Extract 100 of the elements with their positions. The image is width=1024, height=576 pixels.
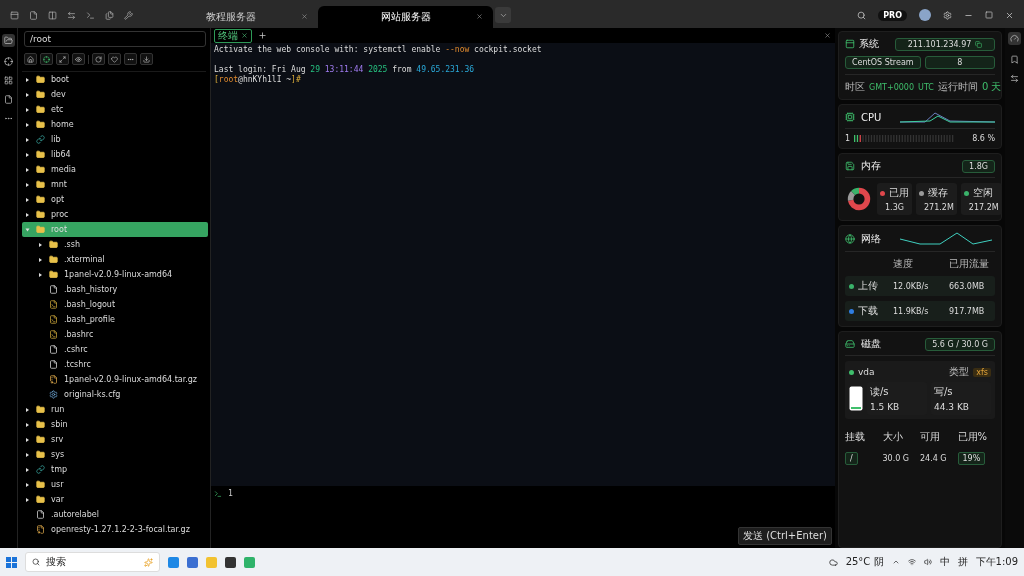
ime-mode[interactable]: 拼: [957, 555, 968, 569]
tree-item[interactable]: run: [22, 402, 208, 417]
stat-value: 1.5 KB: [870, 402, 901, 412]
toolbar-icon[interactable]: [10, 11, 19, 20]
locate-button[interactable]: [40, 53, 53, 65]
app-icon[interactable]: [225, 556, 236, 568]
tab[interactable]: 网站服务器: [318, 6, 493, 28]
toolbar-icon[interactable]: [124, 11, 133, 20]
expand-button[interactable]: [56, 53, 69, 65]
caret-icon[interactable]: [26, 212, 29, 217]
path-field[interactable]: /root: [24, 31, 206, 47]
toolbar-icon[interactable]: [67, 11, 76, 20]
tree-item[interactable]: .bashrc: [22, 327, 208, 342]
caret-icon[interactable]: [26, 167, 29, 172]
ime-indicator[interactable]: 中: [939, 555, 950, 569]
tray-icon[interactable]: [891, 558, 900, 566]
caret-icon[interactable]: [26, 467, 29, 472]
tree-item[interactable]: 1panel-v2.0.9-linux-amd64: [22, 267, 208, 282]
tree-item[interactable]: .xterminal: [22, 252, 208, 267]
close-icon[interactable]: [476, 13, 483, 20]
caret-icon[interactable]: [26, 152, 29, 157]
caret-icon[interactable]: [26, 92, 29, 97]
volume-icon[interactable]: [923, 558, 932, 566]
caret-icon[interactable]: [26, 422, 29, 427]
caret-icon[interactable]: [26, 437, 29, 442]
caret-icon[interactable]: [26, 107, 29, 112]
settings-icon[interactable]: [943, 10, 952, 20]
tree-item[interactable]: proc: [22, 207, 208, 222]
tree-item[interactable]: lib: [22, 132, 208, 147]
refresh-button[interactable]: [92, 53, 105, 65]
tree-item[interactable]: original-ks.cfg: [22, 387, 208, 402]
gauge-button[interactable]: [1008, 32, 1021, 45]
tree-item[interactable]: usr: [22, 477, 208, 492]
tree-item[interactable]: etc: [22, 102, 208, 117]
caret-icon[interactable]: [39, 242, 42, 247]
crosshair-icon[interactable]: [4, 57, 13, 66]
search-field[interactable]: 搜索: [25, 552, 160, 572]
caret-icon[interactable]: [26, 407, 29, 412]
tree-item[interactable]: sbin: [22, 417, 208, 432]
tree-item[interactable]: var: [22, 492, 208, 507]
caret-icon[interactable]: [26, 182, 29, 187]
tree-item[interactable]: sys: [22, 447, 208, 462]
tree-item[interactable]: tmp: [22, 462, 208, 477]
caret-icon[interactable]: [26, 77, 29, 82]
home-button[interactable]: [24, 53, 37, 65]
send-button[interactable]: 发送 (Ctrl+Enter): [738, 527, 832, 545]
tree-item[interactable]: mnt: [22, 177, 208, 192]
drive-drawing: [849, 386, 863, 411]
tree-item[interactable]: .autorelabel: [22, 507, 208, 522]
tree-item[interactable]: .ssh: [22, 237, 208, 252]
tab[interactable]: 教程服务器: [143, 6, 318, 28]
avatar[interactable]: [919, 9, 931, 21]
tree-item[interactable]: 1panel-v2.0.9-linux-amd64.tar.gz: [22, 372, 208, 387]
session-tab[interactable]: 终端: [214, 28, 252, 43]
toolbar-icon[interactable]: [105, 11, 114, 20]
network-icon[interactable]: [907, 558, 916, 566]
tree-item[interactable]: .bash_history: [22, 282, 208, 297]
tree-item[interactable]: openresty-1.27.1.2-2-3-focal.tar.gz: [22, 522, 208, 537]
tree-item[interactable]: .bash_logout: [22, 297, 208, 312]
caret-icon[interactable]: [26, 482, 29, 487]
swap-icon[interactable]: [1010, 74, 1019, 83]
add-icon[interactable]: [258, 31, 267, 40]
tree-item[interactable]: .bash_profile: [22, 312, 208, 327]
tree-item[interactable]: home: [22, 117, 208, 132]
caret-icon[interactable]: [26, 452, 29, 457]
toolbar-icon[interactable]: [86, 11, 95, 20]
close-icon[interactable]: [241, 32, 248, 39]
close-icon[interactable]: [824, 32, 831, 39]
tree-item[interactable]: dev: [22, 87, 208, 102]
caret-icon[interactable]: [26, 497, 29, 502]
card-title: 网络: [861, 232, 881, 246]
caret-icon[interactable]: [39, 272, 42, 277]
toolbar-icon[interactable]: [29, 11, 38, 20]
bookmark-icon[interactable]: [1010, 55, 1019, 64]
tree-item[interactable]: boot: [22, 72, 208, 87]
grid-icon[interactable]: [4, 76, 13, 85]
caret-icon[interactable]: [26, 197, 29, 202]
favorite-button[interactable]: [108, 53, 121, 65]
start-icon[interactable]: [6, 556, 17, 568]
caret-icon[interactable]: [26, 122, 29, 127]
tree-item[interactable]: opt: [22, 192, 208, 207]
eye-button[interactable]: [72, 53, 85, 65]
maximize-icon[interactable]: [985, 11, 993, 19]
tree-item[interactable]: .cshrc: [22, 342, 208, 357]
document-icon[interactable]: [4, 95, 13, 104]
ip-address: 211.101.234.97: [895, 37, 995, 51]
caret-icon[interactable]: [39, 257, 42, 262]
toolbar-icon[interactable]: [48, 11, 57, 20]
input-line[interactable]: 1: [228, 489, 233, 498]
tree-item[interactable]: lib64: [22, 147, 208, 162]
tree-item[interactable]: media: [22, 162, 208, 177]
tree-item[interactable]: srv: [22, 432, 208, 447]
download-button[interactable]: [140, 53, 153, 65]
caret-icon[interactable]: [26, 137, 29, 142]
more-icon[interactable]: [4, 114, 13, 123]
close-icon[interactable]: [301, 13, 308, 20]
close-icon[interactable]: [1005, 10, 1014, 20]
tree-item[interactable]: .tcshrc: [22, 357, 208, 372]
copy-icon[interactable]: [975, 40, 983, 48]
search-icon[interactable]: [857, 10, 867, 20]
